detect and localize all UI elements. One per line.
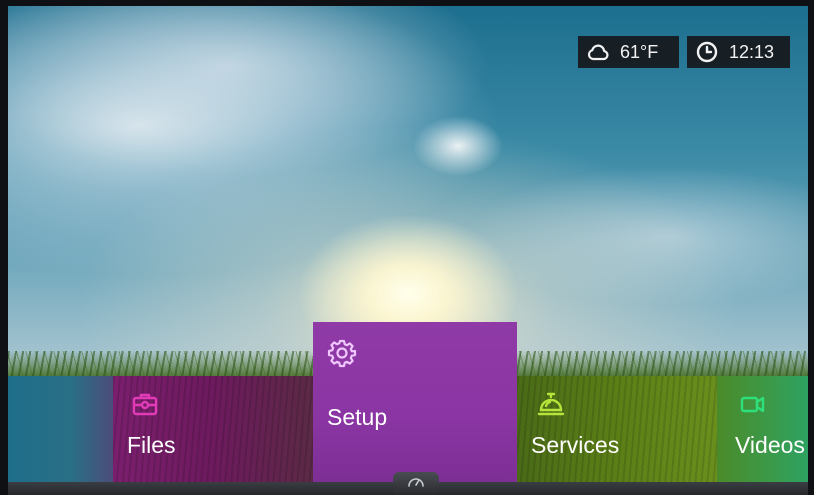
menu-tile-previous[interactable]	[8, 376, 113, 482]
service-bell-icon	[537, 390, 565, 418]
video-camera-icon	[739, 390, 767, 418]
files-label: Files	[127, 432, 176, 458]
menu-tile-videos[interactable]: Videos	[717, 376, 808, 482]
gauge-icon	[407, 473, 425, 494]
menu-tile-services[interactable]: Services	[517, 376, 717, 482]
weather-widget: 61°F	[578, 36, 679, 68]
setup-label: Setup	[327, 404, 388, 430]
menu-tile-setup-selected[interactable]: Setup	[313, 322, 517, 482]
clock-icon	[695, 40, 719, 64]
time-text: 12:13	[729, 41, 775, 62]
videos-label: Videos	[735, 432, 805, 458]
media-player-home-screen: 61°F 12:13 Files Services Videos Setup	[0, 0, 814, 495]
temperature-text: 61°F	[620, 41, 659, 62]
options-tab[interactable]	[393, 472, 439, 494]
cloud-icon	[586, 40, 610, 64]
clock-widget: 12:13	[687, 36, 790, 68]
menu-tile-files[interactable]: Files	[113, 376, 313, 482]
services-label: Services	[531, 432, 620, 458]
briefcase-icon	[131, 390, 159, 418]
gear-icon	[327, 338, 357, 368]
